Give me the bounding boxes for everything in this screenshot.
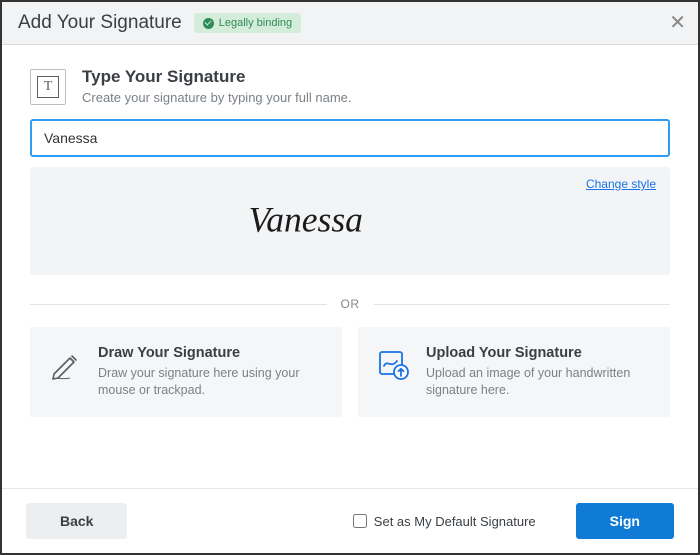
modal-title: Add Your Signature [18,12,182,34]
sign-button[interactable]: Sign [576,503,674,539]
close-icon[interactable]: ✕ [669,13,686,33]
alt-options: Draw Your Signature Draw your signature … [30,327,670,417]
type-icon: T [30,69,66,105]
modal-header: Add Your Signature Legally binding ✕ [2,2,698,45]
legally-binding-badge: Legally binding [194,13,301,33]
signature-preview: Change style Vanessa [30,167,670,275]
type-signature-subtitle: Create your signature by typing your ful… [82,90,352,105]
signature-name-input[interactable] [30,119,670,157]
signature-preview-text: Vanessa [248,199,362,239]
draw-card-title: Draw Your Signature [98,345,324,361]
type-signature-header: T Type Your Signature Create your signat… [30,67,670,105]
check-icon [203,18,214,29]
or-label: OR [341,297,360,311]
badge-text: Legally binding [219,17,292,29]
default-signature-option: Set as My Default Signature [353,514,536,529]
change-style-link[interactable]: Change style [586,177,656,191]
back-button[interactable]: Back [26,503,127,539]
pencil-icon [48,347,82,381]
draw-card-subtitle: Draw your signature here using your mous… [98,365,324,399]
draw-signature-card[interactable]: Draw Your Signature Draw your signature … [30,327,342,417]
or-divider: OR [30,297,670,311]
upload-icon [376,347,410,381]
default-signature-checkbox[interactable] [353,514,367,528]
default-signature-label[interactable]: Set as My Default Signature [374,514,536,529]
upload-signature-card[interactable]: Upload Your Signature Upload an image of… [358,327,670,417]
type-signature-title: Type Your Signature [82,67,352,87]
upload-card-subtitle: Upload an image of your handwritten sign… [426,365,652,399]
signature-preview-svg: Vanessa [240,196,460,247]
modal-body: T Type Your Signature Create your signat… [2,45,698,417]
modal-footer: Back Set as My Default Signature Sign [2,488,698,553]
upload-card-title: Upload Your Signature [426,345,652,361]
